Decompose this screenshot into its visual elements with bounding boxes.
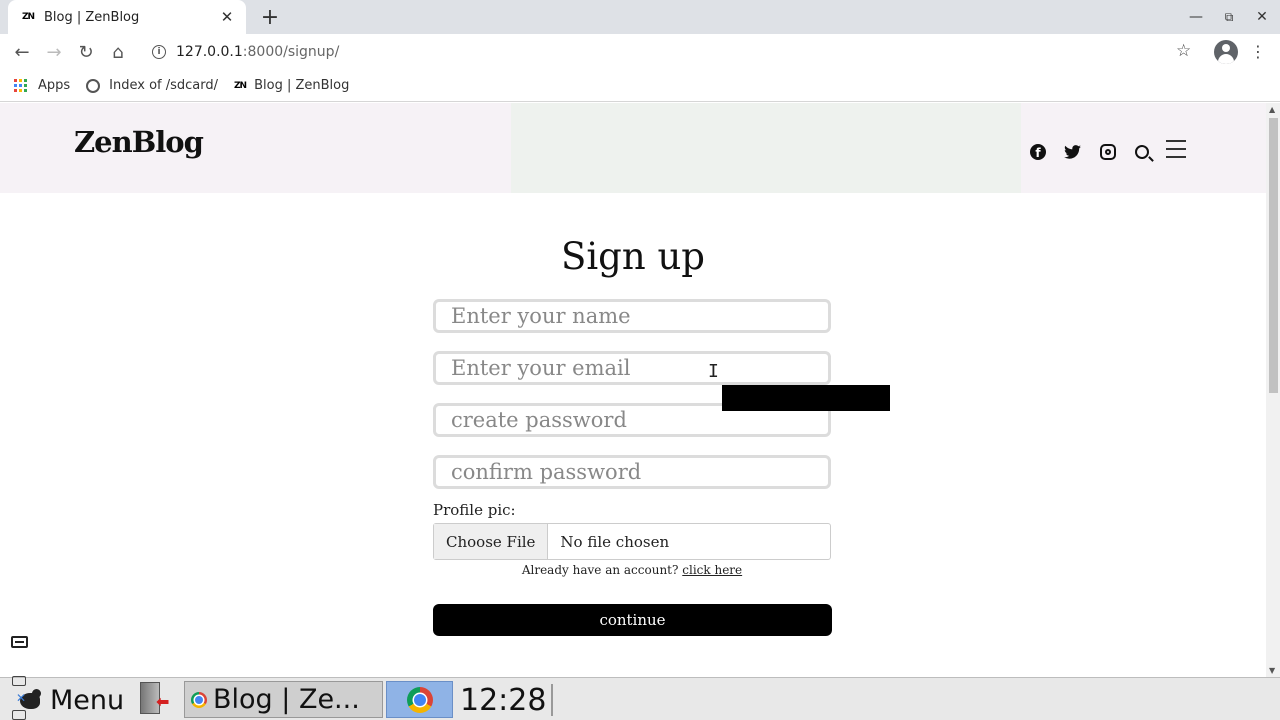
reload-button[interactable]: ↻ bbox=[74, 40, 98, 64]
taskbar-chrome-launcher[interactable] bbox=[386, 681, 453, 718]
name-input[interactable] bbox=[433, 299, 831, 333]
taskbar-window-label: Blog | Ze... bbox=[213, 684, 360, 715]
continue-button[interactable]: continue bbox=[433, 604, 832, 636]
minimize-window-button[interactable]: — bbox=[1184, 6, 1208, 28]
address-bar[interactable]: i 127.0.0.1:8000/signup/ bbox=[142, 38, 1202, 66]
new-tab-button[interactable]: + bbox=[258, 5, 282, 30]
site-info-icon[interactable]: i bbox=[152, 45, 166, 59]
url-text: 127.0.0.1:8000/signup/ bbox=[176, 44, 339, 60]
profile-pic-label: Profile pic: bbox=[433, 501, 516, 519]
instagram-icon[interactable] bbox=[1099, 143, 1117, 161]
forward-button[interactable]: → bbox=[42, 40, 66, 64]
bookmark-label: Apps bbox=[38, 78, 71, 93]
login-prompt: Already have an account? click here bbox=[0, 563, 1264, 577]
close-window-button[interactable]: ✕ bbox=[1250, 6, 1274, 28]
clock: 12:28 bbox=[460, 682, 547, 718]
scroll-down-icon[interactable]: ▼ bbox=[1269, 666, 1275, 675]
search-icon[interactable] bbox=[1133, 143, 1151, 161]
taskbar-separator bbox=[551, 684, 553, 716]
profile-pic-file-input[interactable]: Choose File No file chosen bbox=[433, 523, 831, 560]
start-menu-label: Menu bbox=[50, 684, 125, 716]
bookmark-label: Blog | ZenBlog bbox=[254, 78, 350, 93]
logout-icon[interactable]: ⬅ bbox=[140, 682, 176, 716]
bookmarks-bar: Apps Index of /sdcard/ ZN Blog | ZenBlog bbox=[0, 70, 1280, 102]
url-path: :8000/signup/ bbox=[242, 44, 340, 60]
bookmark-label: Index of /sdcard/ bbox=[109, 78, 219, 93]
login-prompt-text: Already have an account? bbox=[521, 563, 679, 577]
back-button[interactable]: ← bbox=[10, 40, 34, 64]
apps-grid-icon bbox=[14, 78, 28, 93]
home-button[interactable]: ⌂ bbox=[106, 40, 130, 64]
taskbar: ✕ Menu ⬅ Blog | Ze... 12:28 bbox=[0, 676, 1280, 720]
scroll-thumb[interactable] bbox=[1269, 118, 1278, 393]
facebook-icon[interactable]: f bbox=[1029, 143, 1047, 161]
file-status-text: No file chosen bbox=[560, 532, 670, 551]
chrome-icon bbox=[406, 686, 433, 713]
mouse-logo-icon: ✕ bbox=[16, 687, 44, 713]
zn-favicon-icon: ZN bbox=[21, 12, 35, 22]
header-center-band bbox=[511, 103, 1021, 193]
page-viewport: ZenBlog f Sign up I Profile pic: Choose … bbox=[0, 103, 1266, 677]
restore-window-button[interactable]: ⧉ bbox=[1217, 6, 1241, 28]
twitter-icon[interactable] bbox=[1063, 143, 1081, 161]
bookmark-sdcard[interactable]: Index of /sdcard/ bbox=[86, 78, 218, 93]
tab-title: Blog | ZenBlog bbox=[44, 9, 140, 25]
bookmark-zenblog[interactable]: ZN Blog | ZenBlog bbox=[234, 78, 349, 93]
browser-menu-icon[interactable]: ⋮ bbox=[1250, 42, 1266, 61]
page-title: Sign up bbox=[561, 235, 705, 278]
zn-icon: ZN bbox=[234, 80, 247, 91]
page-scrollbar[interactable]: ▲ ▼ bbox=[1266, 103, 1280, 677]
redaction-box bbox=[722, 385, 890, 411]
email-input[interactable] bbox=[433, 351, 831, 385]
choose-file-button[interactable]: Choose File bbox=[434, 524, 549, 559]
taskbar-window-blog[interactable]: Blog | Ze... bbox=[184, 681, 383, 718]
login-link[interactable]: click here bbox=[682, 563, 742, 577]
browser-tab-strip: ZN Blog | ZenBlog ✕ + — ⧉ ✕ bbox=[0, 0, 1280, 34]
close-tab-icon[interactable]: ✕ bbox=[218, 8, 236, 26]
menu-icon[interactable] bbox=[1166, 140, 1186, 164]
confirm-password-input[interactable] bbox=[433, 455, 831, 489]
scroll-up-icon[interactable]: ▲ bbox=[1269, 105, 1275, 114]
start-menu-button[interactable]: ✕ Menu bbox=[16, 683, 124, 717]
site-header: ZenBlog f bbox=[0, 103, 1266, 193]
profile-avatar-icon[interactable] bbox=[1214, 40, 1238, 64]
bookmark-apps[interactable]: Apps bbox=[14, 78, 70, 93]
keyboard-icon[interactable] bbox=[11, 636, 28, 648]
site-logo[interactable]: ZenBlog bbox=[74, 125, 204, 159]
chrome-icon bbox=[191, 691, 207, 708]
globe-icon bbox=[86, 78, 101, 93]
text-cursor-icon: I bbox=[708, 361, 719, 382]
browser-toolbar: ← → ↻ ⌂ i 127.0.0.1:8000/signup/ ☆ bbox=[0, 34, 1280, 70]
url-host: 127.0.0.1 bbox=[176, 44, 243, 60]
browser-tab[interactable]: ZN Blog | ZenBlog ✕ bbox=[8, 0, 246, 34]
bookmark-star-icon[interactable]: ☆ bbox=[1176, 41, 1191, 61]
